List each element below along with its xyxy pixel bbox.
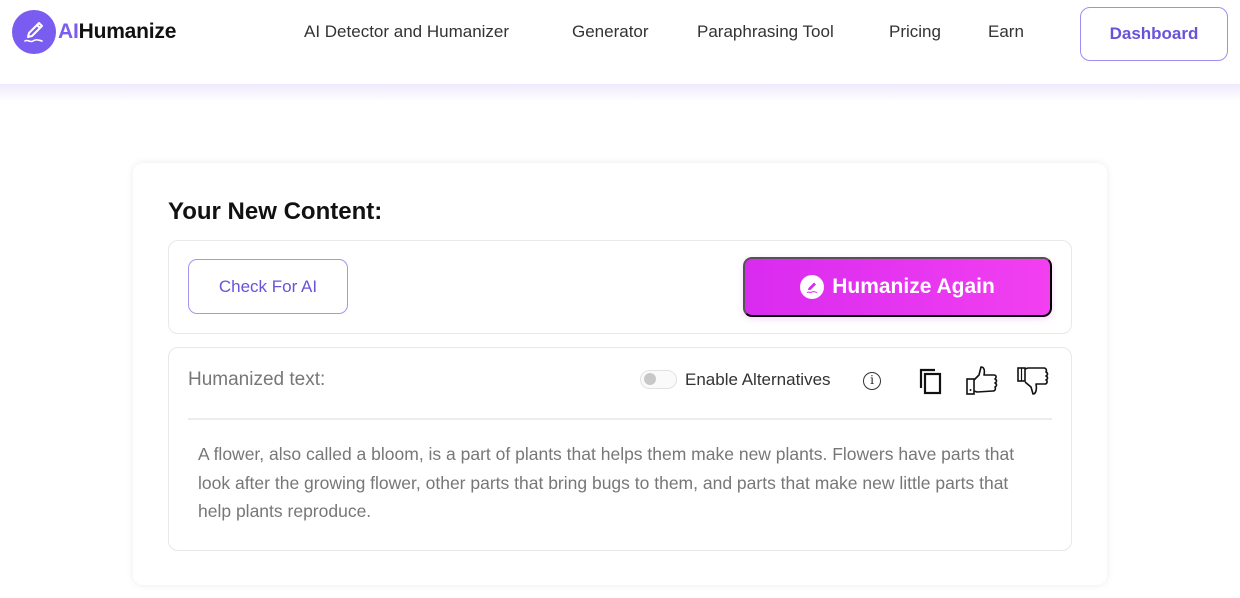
info-icon[interactable]: i — [863, 372, 881, 390]
humanize-again-button[interactable]: Humanize Again — [743, 257, 1052, 317]
logo-prefix: AI — [58, 20, 79, 43]
copy-button[interactable] — [914, 364, 948, 398]
thumbs-down-icon — [1017, 367, 1049, 395]
logo[interactable]: AIHumanize — [12, 9, 176, 55]
humanized-text-output[interactable]: A flower, also called a bloom, is a part… — [198, 440, 1028, 526]
dashboard-button[interactable]: Dashboard — [1080, 7, 1228, 61]
logo-text: AIHumanize — [58, 20, 176, 44]
humanize-again-label: Humanize Again — [832, 275, 995, 298]
humanized-text-label: Humanized text: — [188, 369, 326, 390]
nav-paraphrasing-tool[interactable]: Paraphrasing Tool — [697, 22, 834, 42]
logo-suffix: Humanize — [78, 20, 177, 43]
pen-signature-icon — [12, 10, 56, 54]
nav-earn[interactable]: Earn — [988, 22, 1024, 42]
nav-generator[interactable]: Generator — [572, 22, 649, 42]
header-divider — [0, 84, 1240, 102]
panel-divider — [188, 418, 1052, 420]
check-for-ai-button[interactable]: Check For AI — [188, 259, 348, 314]
page-title: Your New Content: — [168, 198, 383, 225]
pen-icon — [800, 275, 825, 299]
site-header: AIHumanize AI Detector and Humanizer Gen… — [0, 0, 1240, 86]
thumbs-up-icon — [966, 366, 998, 395]
thumbs-down-button[interactable] — [1016, 364, 1050, 398]
nav-ai-detector[interactable]: AI Detector and Humanizer — [304, 22, 509, 42]
enable-alternatives-label: Enable Alternatives — [685, 370, 831, 389]
thumbs-up-button[interactable] — [965, 364, 999, 398]
nav-pricing[interactable]: Pricing — [889, 22, 941, 42]
copy-icon — [919, 368, 942, 395]
toggle-knob — [644, 373, 656, 385]
enable-alternatives-toggle[interactable] — [640, 370, 677, 389]
